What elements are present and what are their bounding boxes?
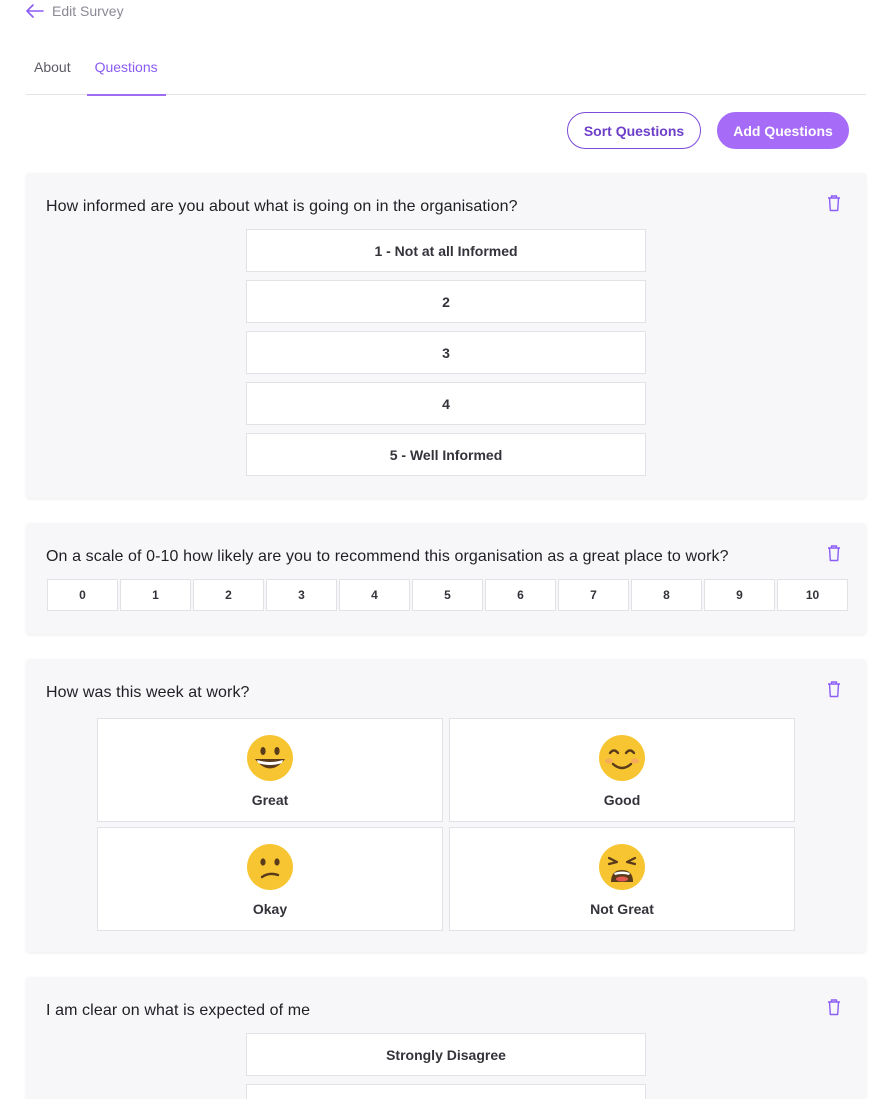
tab-questions[interactable]: Questions [86,56,166,96]
scale-option[interactable]: 0 [47,579,118,611]
tab-about[interactable]: About [26,56,79,95]
question-card: I am clear on what is expected of me Str… [26,977,866,1099]
option-button[interactable]: 1 - Not at all Informed [246,229,646,272]
back-link[interactable]: Edit Survey [26,3,124,19]
question-title: I am clear on what is expected of me [46,1002,311,1019]
scale-option[interactable]: 9 [704,579,775,611]
mood-option[interactable]: Great [97,718,443,822]
option-button[interactable]: 2 [246,280,646,323]
scale-option[interactable]: 1 [120,579,191,611]
sort-questions-button[interactable]: Sort Questions [567,112,701,149]
mood-label: Great [251,792,289,808]
question-title: How informed are you about what is going… [46,198,518,215]
back-label: Edit Survey [52,3,124,19]
mood-option[interactable]: Not Great [449,827,795,931]
scale-option[interactable]: 3 [266,579,337,611]
option-button[interactable]: 5 - Well Informed [246,433,646,476]
mood-label: Not Great [590,901,654,917]
confused-face-icon [247,844,293,890]
mood-option[interactable]: Good [449,718,795,822]
trash-icon[interactable] [826,194,842,212]
question-title: How was this week at work? [46,684,250,701]
option-button[interactable] [246,1084,646,1099]
grinning-face-icon [247,735,293,781]
trash-icon[interactable] [826,544,842,562]
trash-icon[interactable] [826,998,842,1016]
tab-bar: About Questions [26,56,866,96]
option-button[interactable]: 3 [246,331,646,374]
arrow-left-icon [26,4,44,18]
add-questions-button[interactable]: Add Questions [717,112,849,149]
scale-option[interactable]: 5 [412,579,483,611]
scale-option[interactable]: 7 [558,579,629,611]
scale-option[interactable]: 6 [485,579,556,611]
scale-option[interactable]: 8 [631,579,702,611]
option-button[interactable]: 4 [246,382,646,425]
question-title: On a scale of 0-10 how likely are you to… [46,548,729,565]
mood-label: Good [603,792,641,808]
mood-option[interactable]: Okay [97,827,443,931]
question-card: On a scale of 0-10 how likely are you to… [26,523,866,634]
option-button[interactable]: Strongly Disagree [246,1033,646,1076]
question-card: How was this week at work? Great Good Ok… [26,659,866,952]
trash-icon[interactable] [826,680,842,698]
smiling-face-icon [599,735,645,781]
question-card: How informed are you about what is going… [26,173,866,498]
scale-option[interactable]: 2 [193,579,264,611]
scale-option[interactable]: 10 [777,579,848,611]
weary-face-icon [599,844,645,890]
mood-label: Okay [252,901,288,917]
scale-option[interactable]: 4 [339,579,410,611]
nps-scale: 0 1 2 3 4 5 6 7 8 9 10 [47,579,848,611]
